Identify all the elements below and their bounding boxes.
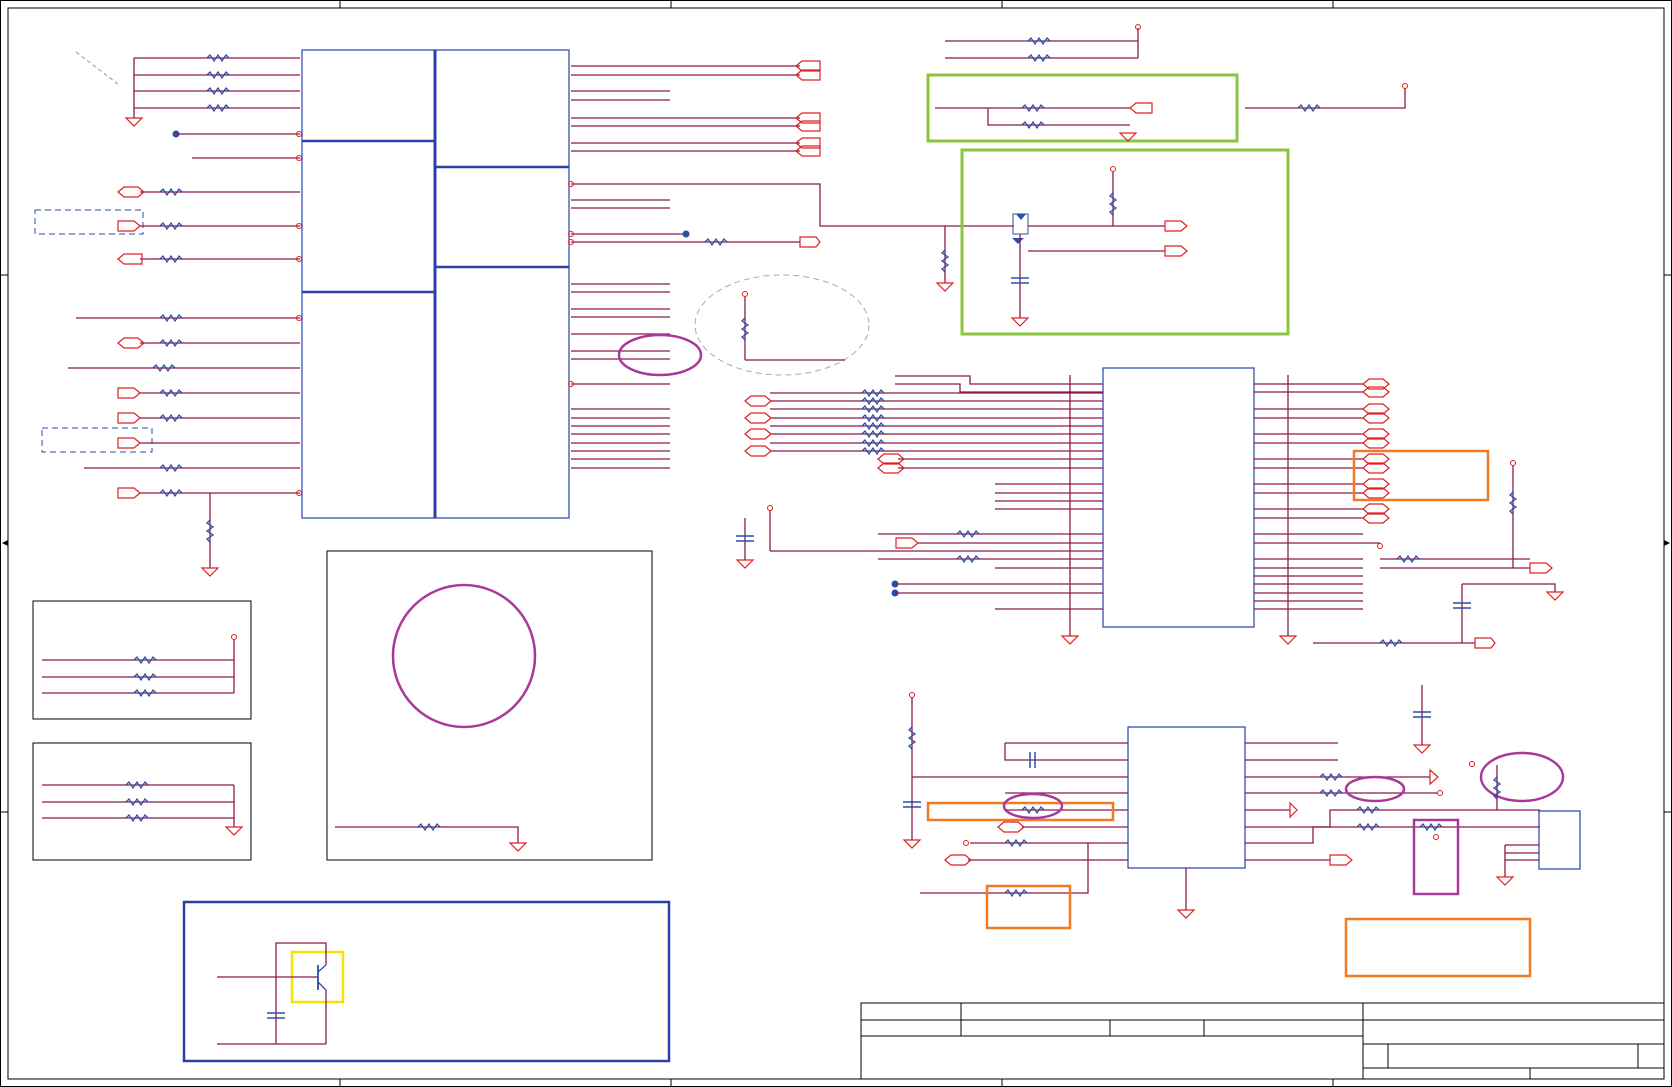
mid-ic-left-nets (735, 375, 1103, 610)
top-right-resistor (1245, 83, 1408, 113)
title-block (860, 1002, 1665, 1080)
main-ic-block (301, 49, 570, 519)
center-box (326, 550, 653, 861)
schematic-sheet (0, 0, 1672, 1087)
sheet-border (0, 0, 1672, 1087)
dashed-callout (694, 274, 870, 376)
left-box-lower (32, 742, 252, 861)
top-resistors (945, 24, 1141, 63)
main-ic-left-nets (34, 51, 302, 577)
left-box-upper (32, 600, 252, 720)
mid-ic-right-nets (1254, 378, 1565, 649)
bottom-transistor-box (182, 900, 671, 1063)
bottom-right-ic (902, 685, 1581, 978)
green-box-upper (926, 73, 1239, 143)
green-box-lower (935, 148, 1290, 336)
